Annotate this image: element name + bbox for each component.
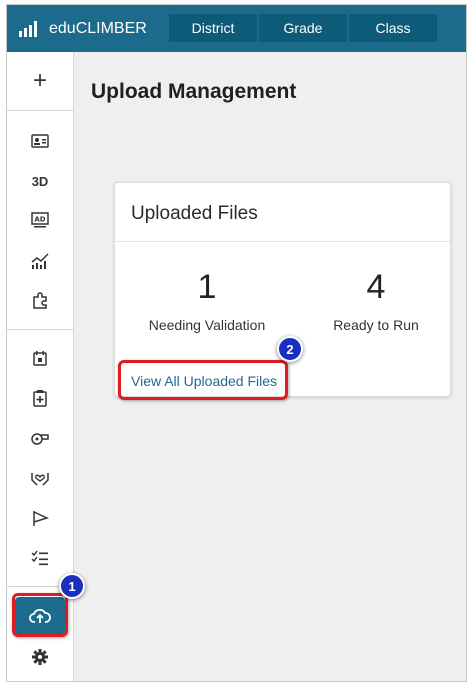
top-bar: eduCLIMBER District Grade Class bbox=[7, 5, 466, 52]
checklist-icon bbox=[31, 550, 48, 566]
sidebar-item-clipboard[interactable] bbox=[7, 378, 73, 418]
ad-screen-icon: AD bbox=[31, 212, 49, 228]
scope-tabs: District Grade Class bbox=[169, 14, 439, 42]
whistle-icon bbox=[31, 433, 49, 445]
sidebar-divider bbox=[7, 329, 73, 330]
uploaded-files-card: Uploaded Files 1 Needing Validation 4 Re… bbox=[114, 182, 451, 397]
brand-name: eduCLIMBER bbox=[49, 19, 147, 37]
card-title: Uploaded Files bbox=[131, 203, 258, 224]
sidebar-item-ad[interactable]: AD bbox=[7, 200, 73, 240]
sidebar-item-settings[interactable] bbox=[7, 637, 73, 677]
sidebar-divider bbox=[7, 110, 73, 111]
step-badge: 1 bbox=[59, 573, 85, 599]
stat-value: 1 bbox=[197, 268, 217, 306]
clipboard-plus-icon bbox=[33, 390, 47, 407]
flag-icon bbox=[33, 511, 49, 526]
sidebar-item-puzzle[interactable] bbox=[7, 281, 73, 321]
id-card-icon bbox=[31, 134, 49, 148]
signal-bars-icon bbox=[19, 20, 37, 37]
stat-needing-validation[interactable]: 1 Needing Validation bbox=[127, 267, 287, 333]
puzzle-icon bbox=[33, 292, 47, 309]
app-window: eduCLIMBER District Grade Class + 3D AD bbox=[6, 4, 467, 682]
add-button[interactable]: + bbox=[7, 61, 73, 101]
svg-text:AD: AD bbox=[34, 216, 45, 224]
sidebar-item-calendar[interactable] bbox=[7, 338, 73, 378]
sidebar-item-whistle[interactable] bbox=[7, 418, 73, 458]
stat-label: Ready to Run bbox=[333, 317, 419, 333]
stat-ready-to-run[interactable]: 4 Ready to Run bbox=[296, 267, 456, 333]
tab-district[interactable]: District bbox=[169, 14, 257, 42]
chart-trend-icon bbox=[31, 253, 49, 269]
sidebar-item-flag[interactable] bbox=[7, 498, 73, 538]
step-badge: 2 bbox=[277, 336, 303, 362]
sidebar-item-care[interactable] bbox=[7, 458, 73, 498]
card-header: Uploaded Files bbox=[115, 183, 450, 242]
calendar-icon bbox=[33, 351, 47, 366]
sidebar-item-3d[interactable]: 3D bbox=[7, 161, 73, 201]
tab-grade[interactable]: Grade bbox=[259, 14, 347, 42]
upload-management-button[interactable] bbox=[15, 597, 65, 635]
sidebar-item-profile[interactable] bbox=[7, 121, 73, 161]
sidebar-item-checklist[interactable] bbox=[7, 538, 73, 578]
stat-value: 4 bbox=[366, 268, 386, 306]
hands-heart-icon bbox=[31, 473, 49, 486]
cloud-upload-icon bbox=[29, 608, 51, 623]
tab-class[interactable]: Class bbox=[349, 14, 437, 42]
sidebar-item-charts[interactable] bbox=[7, 241, 73, 281]
stat-label: Needing Validation bbox=[148, 317, 266, 333]
brand[interactable]: eduCLIMBER bbox=[19, 5, 147, 52]
gear-icon bbox=[32, 649, 48, 665]
page-title: Upload Management bbox=[91, 80, 297, 103]
view-all-uploaded-files-link[interactable]: View All Uploaded Files bbox=[131, 373, 277, 389]
